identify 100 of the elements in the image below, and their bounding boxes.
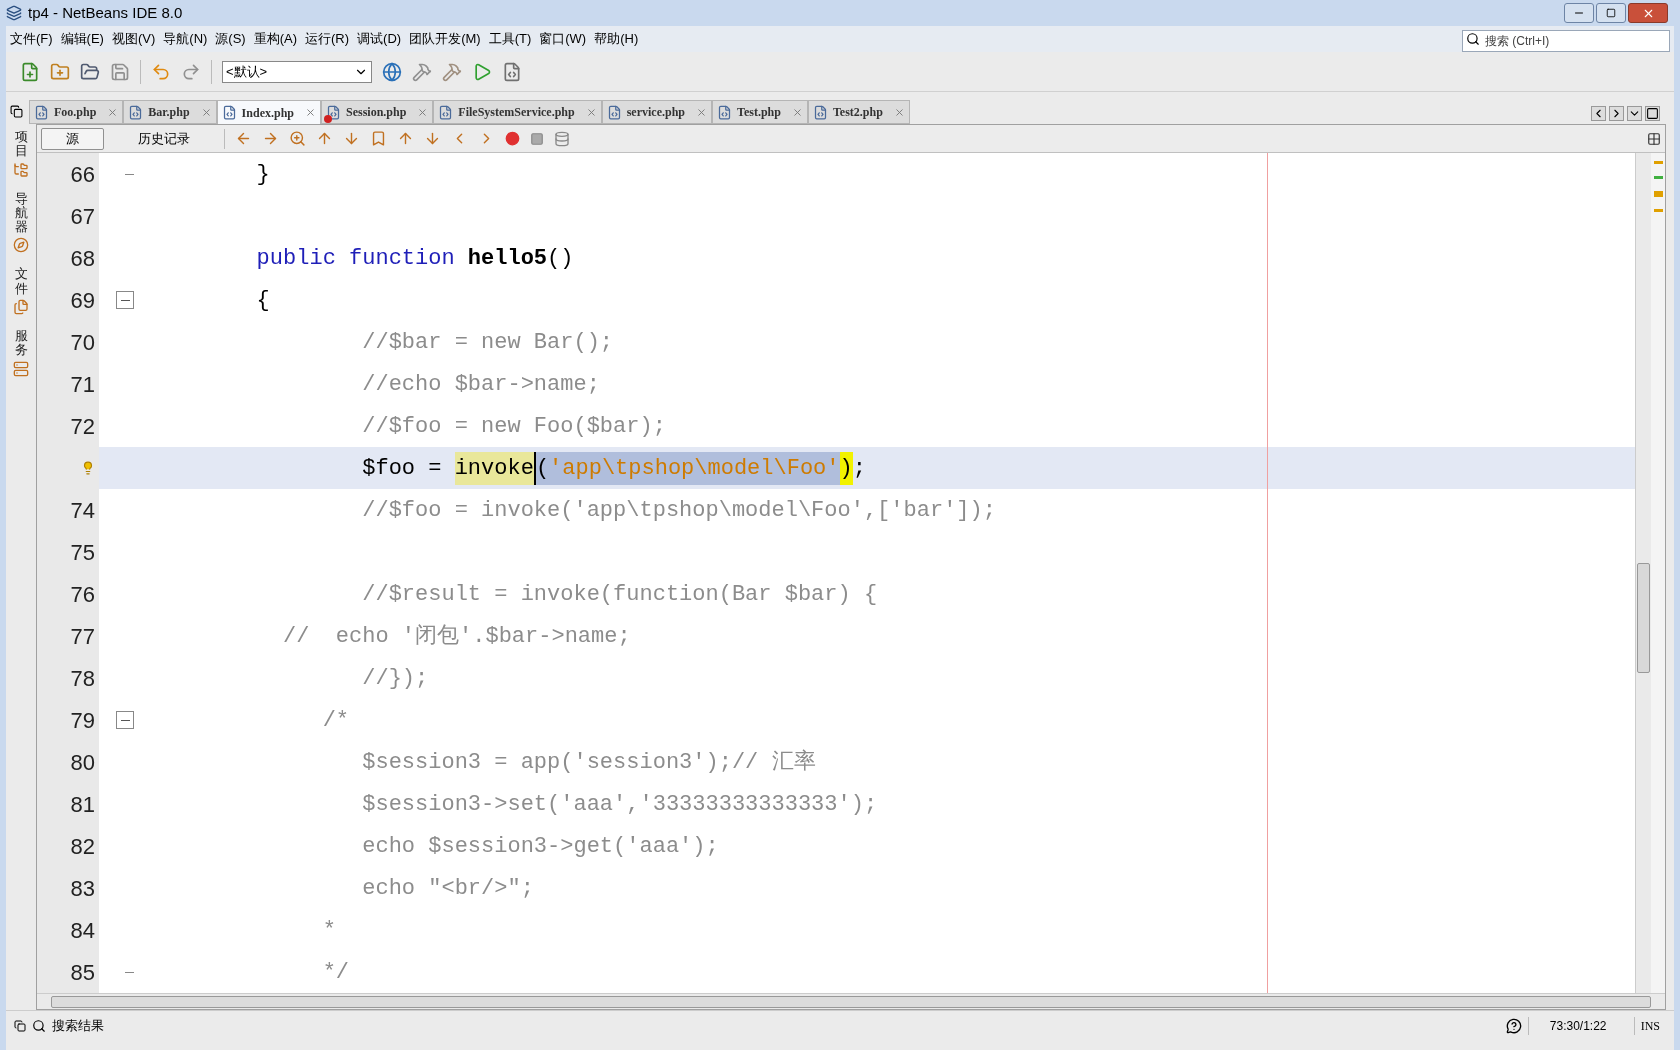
search-icon	[32, 1018, 46, 1033]
close-tab-icon[interactable]	[696, 106, 708, 118]
find-icon[interactable]	[289, 130, 306, 147]
file-tab[interactable]: service.php	[601, 100, 713, 124]
comment-text: */	[321, 958, 350, 987]
menu-item[interactable]: 团队开发(M)	[409, 29, 481, 49]
close-tab-icon[interactable]	[791, 106, 803, 118]
comment-text: //$foo = invoke('app\tpshop\model\Foo',['bar']);	[361, 496, 996, 525]
menu-item[interactable]: 视图(V)	[111, 29, 156, 49]
menu-item[interactable]: 调试(D)	[357, 29, 402, 49]
find-next-icon[interactable]	[343, 130, 360, 147]
close-tab-icon[interactable]	[585, 106, 597, 118]
search-icon	[1466, 32, 1480, 46]
scroll-left-icon[interactable]	[1591, 106, 1606, 121]
tab-list-icon[interactable]	[1627, 106, 1642, 121]
run-icon[interactable]	[472, 61, 492, 82]
undo-icon[interactable]	[151, 61, 171, 82]
side-panel-tab[interactable]: 服务	[13, 329, 29, 377]
php-file-icon	[221, 105, 237, 120]
maximize-button[interactable]	[1596, 3, 1626, 23]
menu-item[interactable]: 窗口(W)	[539, 29, 587, 49]
hammer-icon[interactable]	[412, 61, 432, 82]
new-file-icon[interactable]	[20, 61, 40, 82]
side-panel-tab[interactable]: 文件	[13, 267, 29, 316]
editor-view-tab[interactable]: 历史记录	[114, 127, 214, 150]
line-number: 75	[70, 538, 95, 567]
file-tab[interactable]: Test.php	[712, 100, 808, 124]
file-tab[interactable]: Foo.php	[29, 100, 124, 124]
code-text: ;	[852, 454, 866, 483]
search-field[interactable]: 搜索 (Ctrl+I)	[1462, 30, 1670, 52]
code-text: ()	[547, 244, 574, 273]
line-number: 80	[70, 748, 95, 777]
back-icon[interactable]	[235, 130, 252, 147]
notifications-icon[interactable]	[1505, 1017, 1522, 1034]
stop-macro-icon[interactable]	[530, 131, 544, 146]
forward-icon[interactable]	[262, 130, 279, 147]
php-file-icon	[717, 104, 733, 120]
comment-text: echo $session3->get('aaa');	[361, 832, 719, 861]
restore-window-icon[interactable]	[14, 1019, 26, 1032]
next-bookmark-icon[interactable]	[424, 130, 441, 147]
menu-item[interactable]: 源(S)	[215, 29, 246, 49]
fold-collapse-icon[interactable]	[116, 711, 134, 729]
files-icon	[13, 299, 29, 316]
record-macro-icon[interactable]	[505, 131, 520, 146]
scrollbar-thumb[interactable]	[51, 995, 1651, 1008]
open-project-icon[interactable]	[80, 61, 100, 82]
line-number: 76	[70, 580, 95, 609]
database-icon[interactable]	[554, 130, 570, 147]
redo-icon[interactable]	[181, 61, 201, 82]
globe-icon[interactable]	[382, 61, 402, 82]
close-tab-icon[interactable]	[200, 106, 212, 118]
stripe-mark[interactable]	[1653, 176, 1663, 179]
configuration-dropdown[interactable]: <默认>	[222, 60, 372, 83]
close-tab-icon[interactable]	[893, 106, 905, 118]
file-tab[interactable]: FileSystemService.php	[433, 100, 602, 124]
stripe-mark[interactable]	[1653, 209, 1663, 212]
restore-window-icon[interactable]	[10, 105, 23, 118]
comment-text: $session3 = app('session3');// 汇率	[361, 748, 816, 777]
close-button[interactable]	[1628, 3, 1668, 23]
menu-item[interactable]: 重构(A)	[253, 29, 298, 49]
scrollbar-thumb[interactable]	[1637, 563, 1650, 673]
side-panel-tab[interactable]: 导航器	[13, 191, 29, 254]
menu-item[interactable]: 工具(T)	[488, 29, 532, 49]
previous-bookmark-icon[interactable]	[397, 130, 414, 147]
window-title: tp4 - NetBeans IDE 8.0	[28, 2, 183, 23]
menu-item[interactable]: 帮助(H)	[594, 29, 639, 49]
side-panel-tab[interactable]: 项目	[13, 130, 29, 178]
save-icon[interactable]	[110, 61, 130, 82]
file-tab[interactable]: Test2.php	[807, 100, 910, 124]
menu-item[interactable]: 文件(F)	[10, 29, 53, 49]
app-logo-icon	[6, 5, 22, 21]
menu-item[interactable]: 编辑(E)	[60, 29, 104, 49]
clean-build-icon[interactable]	[442, 61, 462, 82]
menu-item[interactable]: 导航(N)	[163, 29, 208, 49]
menu-item[interactable]: 运行(R)	[305, 29, 350, 49]
split-icon[interactable]	[1647, 131, 1661, 146]
close-tab-icon[interactable]	[107, 106, 119, 118]
file-tab[interactable]: Index.php	[216, 100, 321, 124]
horizontal-scrollbar[interactable]	[37, 993, 1665, 1009]
file-tab[interactable]: Bar.php	[123, 100, 217, 124]
vertical-scrollbar[interactable]	[1635, 153, 1651, 993]
comment-text: echo "<br/>";	[361, 874, 534, 903]
comment-text: $session3->set('aaa','33333333333333');	[361, 790, 878, 819]
stripe-mark[interactable]	[1653, 161, 1663, 164]
hint-bulb-icon[interactable]	[81, 461, 95, 475]
scroll-right-icon[interactable]	[1609, 106, 1624, 121]
minimize-button[interactable]	[1564, 3, 1594, 23]
maximize-editor-icon[interactable]	[1645, 106, 1660, 121]
fold-collapse-icon[interactable]	[116, 291, 134, 309]
stripe-mark[interactable]	[1653, 191, 1663, 197]
close-tab-icon[interactable]	[305, 107, 316, 118]
new-project-icon[interactable]	[50, 61, 70, 82]
debug-icon[interactable]	[502, 61, 522, 82]
caret-position: 73:30/1:22	[1527, 1016, 1628, 1035]
file-tab[interactable]: Session.php	[321, 100, 434, 124]
find-previous-icon[interactable]	[316, 130, 333, 147]
close-tab-icon[interactable]	[417, 106, 429, 118]
bookmark-icon[interactable]	[370, 130, 387, 147]
editor-view-tab[interactable]: 源	[41, 127, 104, 150]
output-tab[interactable]: 搜索结果	[52, 1015, 104, 1036]
